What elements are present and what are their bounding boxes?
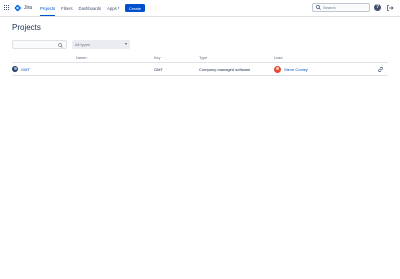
search-icon [58, 42, 63, 48]
nav-dashboards-label: Dashboards [78, 5, 102, 11]
chevron-down-icon: ▾ [117, 6, 120, 10]
column-header-key: Key [154, 56, 161, 60]
project-type: Company-managed software [199, 66, 251, 72]
search-icon [316, 5, 321, 10]
table-row: GMT GMT Company-managed software Steve C… [12, 63, 388, 76]
column-header-type: Type [199, 56, 208, 60]
app-switcher-icon[interactable] [4, 5, 10, 11]
top-navigation-bar: Jira Projects Filters Dashboards Apps ▾ C… [0, 0, 400, 17]
column-header-name-label: Name [76, 56, 87, 60]
create-button[interactable]: Create [125, 4, 145, 12]
type-select-value: All types [75, 42, 91, 47]
link-icon[interactable] [377, 66, 384, 73]
project-search-input[interactable] [12, 40, 67, 49]
sort-arrow-icon: ↑ [86, 56, 89, 60]
nav-filters-label: Filters [61, 5, 73, 11]
search-input[interactable]: Search [312, 3, 370, 12]
log-out-icon[interactable] [386, 4, 394, 12]
main-nav: Projects Filters Dashboards Apps ▾ [40, 0, 119, 16]
search-placeholder: Search [323, 5, 336, 10]
project-avatar [12, 65, 18, 72]
table-header: Name↑ Key Type Lead [12, 55, 388, 63]
nav-dashboards[interactable]: Dashboards [79, 0, 102, 16]
project-lead-link[interactable]: Steve Cooley [284, 67, 308, 72]
lead-avatar [274, 65, 281, 73]
nav-projects-label: Projects [40, 5, 56, 11]
jira-logo-icon [14, 4, 22, 12]
project-key: GMT [154, 66, 163, 72]
page-title: Projects [12, 23, 41, 32]
column-header-lead: Lead [274, 56, 283, 60]
nav-apps-label: Apps [107, 5, 117, 11]
chevron-down-icon: ▾ [124, 41, 127, 46]
help-icon[interactable]: ? [374, 4, 381, 11]
project-name-link[interactable]: GMT [21, 67, 30, 72]
nav-filters[interactable]: Filters [61, 0, 72, 16]
column-header-name[interactable]: Name↑ [76, 56, 88, 60]
nav-apps[interactable]: Apps ▾ [107, 0, 119, 16]
nav-projects[interactable]: Projects [40, 0, 56, 16]
app-name: Jira [24, 5, 33, 11]
jira-logo[interactable]: Jira [14, 4, 32, 12]
project-type-select[interactable]: All types ▾ [72, 40, 130, 49]
